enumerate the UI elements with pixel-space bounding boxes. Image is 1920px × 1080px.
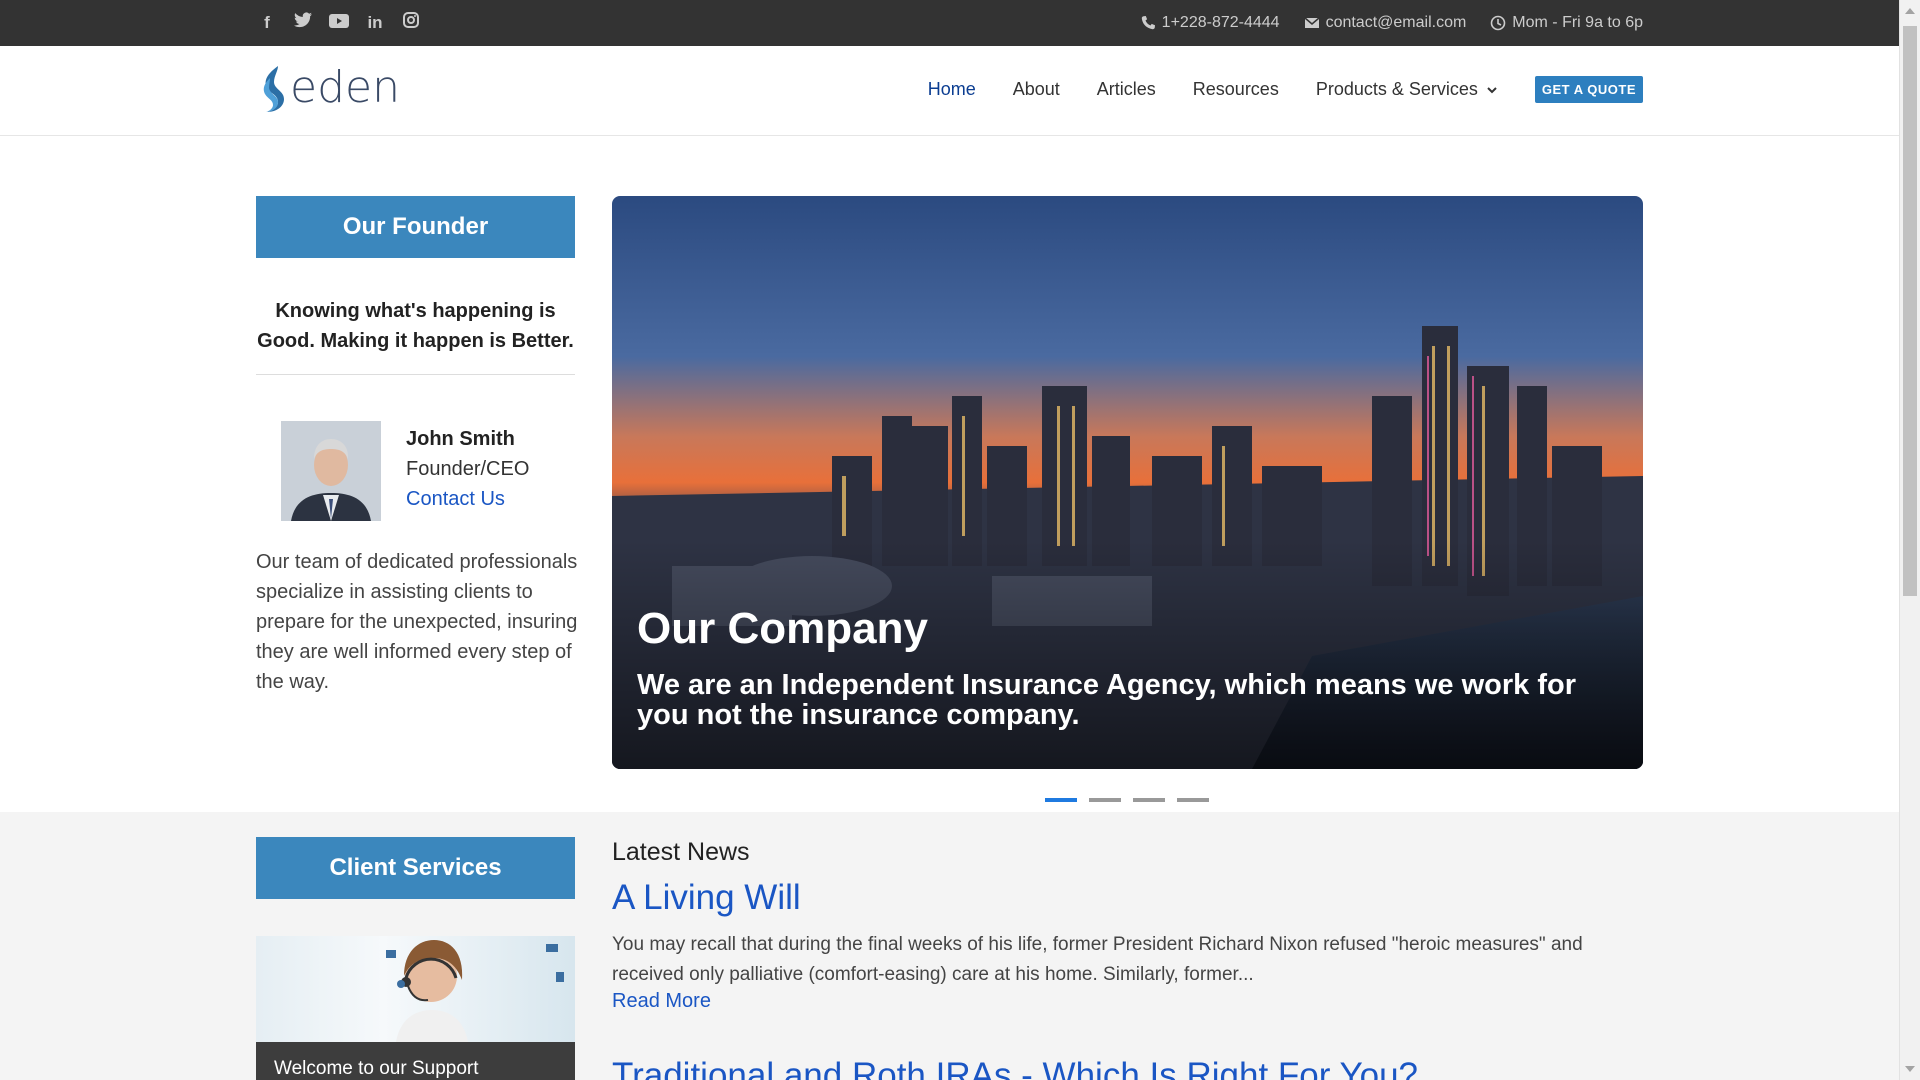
envelope-icon	[1304, 17, 1320, 28]
social-links: f in	[256, 12, 422, 34]
top-bar: f in 1+228-872-4444 contact@email.com Mo…	[0, 0, 1899, 46]
logo-text: eden	[290, 61, 400, 113]
founder-heading: Our Founder	[256, 196, 575, 258]
phone-icon	[1141, 16, 1155, 30]
scroll-down-icon[interactable]	[1905, 1066, 1915, 1072]
email-text: contact@email.com	[1325, 14, 1467, 31]
founder-tagline: Knowing what's happening is Good. Making…	[257, 300, 574, 352]
scroll-up-icon[interactable]	[1905, 8, 1915, 14]
get-a-quote-button[interactable]: GET A QUOTE	[1534, 76, 1643, 103]
client-services-heading: Client Services	[256, 837, 575, 899]
support-agent-image	[256, 936, 575, 1042]
twitter-icon[interactable]	[292, 12, 314, 34]
site-header: eden Home About Articles Resources Produ…	[0, 46, 1899, 136]
scrollbar-thumb[interactable]	[1903, 26, 1917, 596]
hero-title: Our Company	[637, 604, 928, 653]
founder-description: Our team of dedicated professionals spec…	[256, 551, 578, 693]
support-caption: Welcome to our Support	[256, 1042, 575, 1080]
hero-subtitle: We are an Independent Insurance Agency, …	[637, 669, 1576, 731]
founder-avatar	[281, 421, 381, 521]
slider-indicators	[1045, 798, 1209, 802]
news-article-title[interactable]: Traditional and Roth IRAs - Which Is Rig…	[612, 1056, 1418, 1080]
slide-indicator-4[interactable]	[1177, 798, 1209, 802]
nav-products-services[interactable]: Products & Services	[1316, 79, 1498, 100]
linkedin-icon[interactable]: in	[364, 12, 386, 34]
clock-icon	[1490, 15, 1506, 31]
slide-indicator-2[interactable]	[1089, 798, 1121, 802]
phone-text: 1+228-872-4444	[1161, 14, 1280, 31]
nav-products-label: Products & Services	[1315, 79, 1478, 99]
founder-name: John Smith	[406, 428, 515, 450]
logo-flame-icon	[263, 66, 284, 112]
page-scrollbar[interactable]	[1899, 0, 1920, 1080]
nav-articles[interactable]: Articles	[1097, 79, 1156, 100]
news-article-title[interactable]: A Living Will	[612, 878, 801, 918]
main-nav: Home About Articles Resources Products &…	[928, 76, 1643, 103]
founder-contact-link[interactable]: Contact Us	[406, 488, 505, 511]
phone-contact[interactable]: 1+228-872-4444	[1140, 14, 1280, 32]
latest-news-heading: Latest News	[612, 838, 750, 866]
youtube-icon[interactable]	[328, 12, 350, 34]
facebook-icon[interactable]: f	[256, 12, 278, 34]
nav-home[interactable]: Home	[928, 79, 976, 100]
email-contact[interactable]: contact@email.com	[1304, 14, 1467, 32]
hours-text: Mom - Fri 9a to 6p	[1512, 14, 1643, 31]
chevron-down-icon	[1487, 86, 1497, 93]
instagram-icon[interactable]	[400, 12, 422, 34]
hero-slider[interactable]: Our Company We are an Independent Insura…	[612, 196, 1643, 769]
slide-indicator-1[interactable]	[1045, 798, 1077, 802]
slide-indicator-3[interactable]	[1133, 798, 1165, 802]
founder-role: Founder/CEO	[406, 458, 530, 480]
contact-info: 1+228-872-4444 contact@email.com Mom - F…	[1140, 14, 1643, 32]
hours-info: Mom - Fri 9a to 6p	[1490, 14, 1643, 32]
nav-resources[interactable]: Resources	[1193, 79, 1279, 100]
news-article-excerpt: You may recall that during the final wee…	[612, 934, 1583, 985]
read-more-link[interactable]: Read More	[612, 990, 711, 1013]
divider	[256, 374, 575, 375]
site-logo[interactable]: eden	[256, 61, 400, 114]
nav-about[interactable]: About	[1013, 79, 1060, 100]
